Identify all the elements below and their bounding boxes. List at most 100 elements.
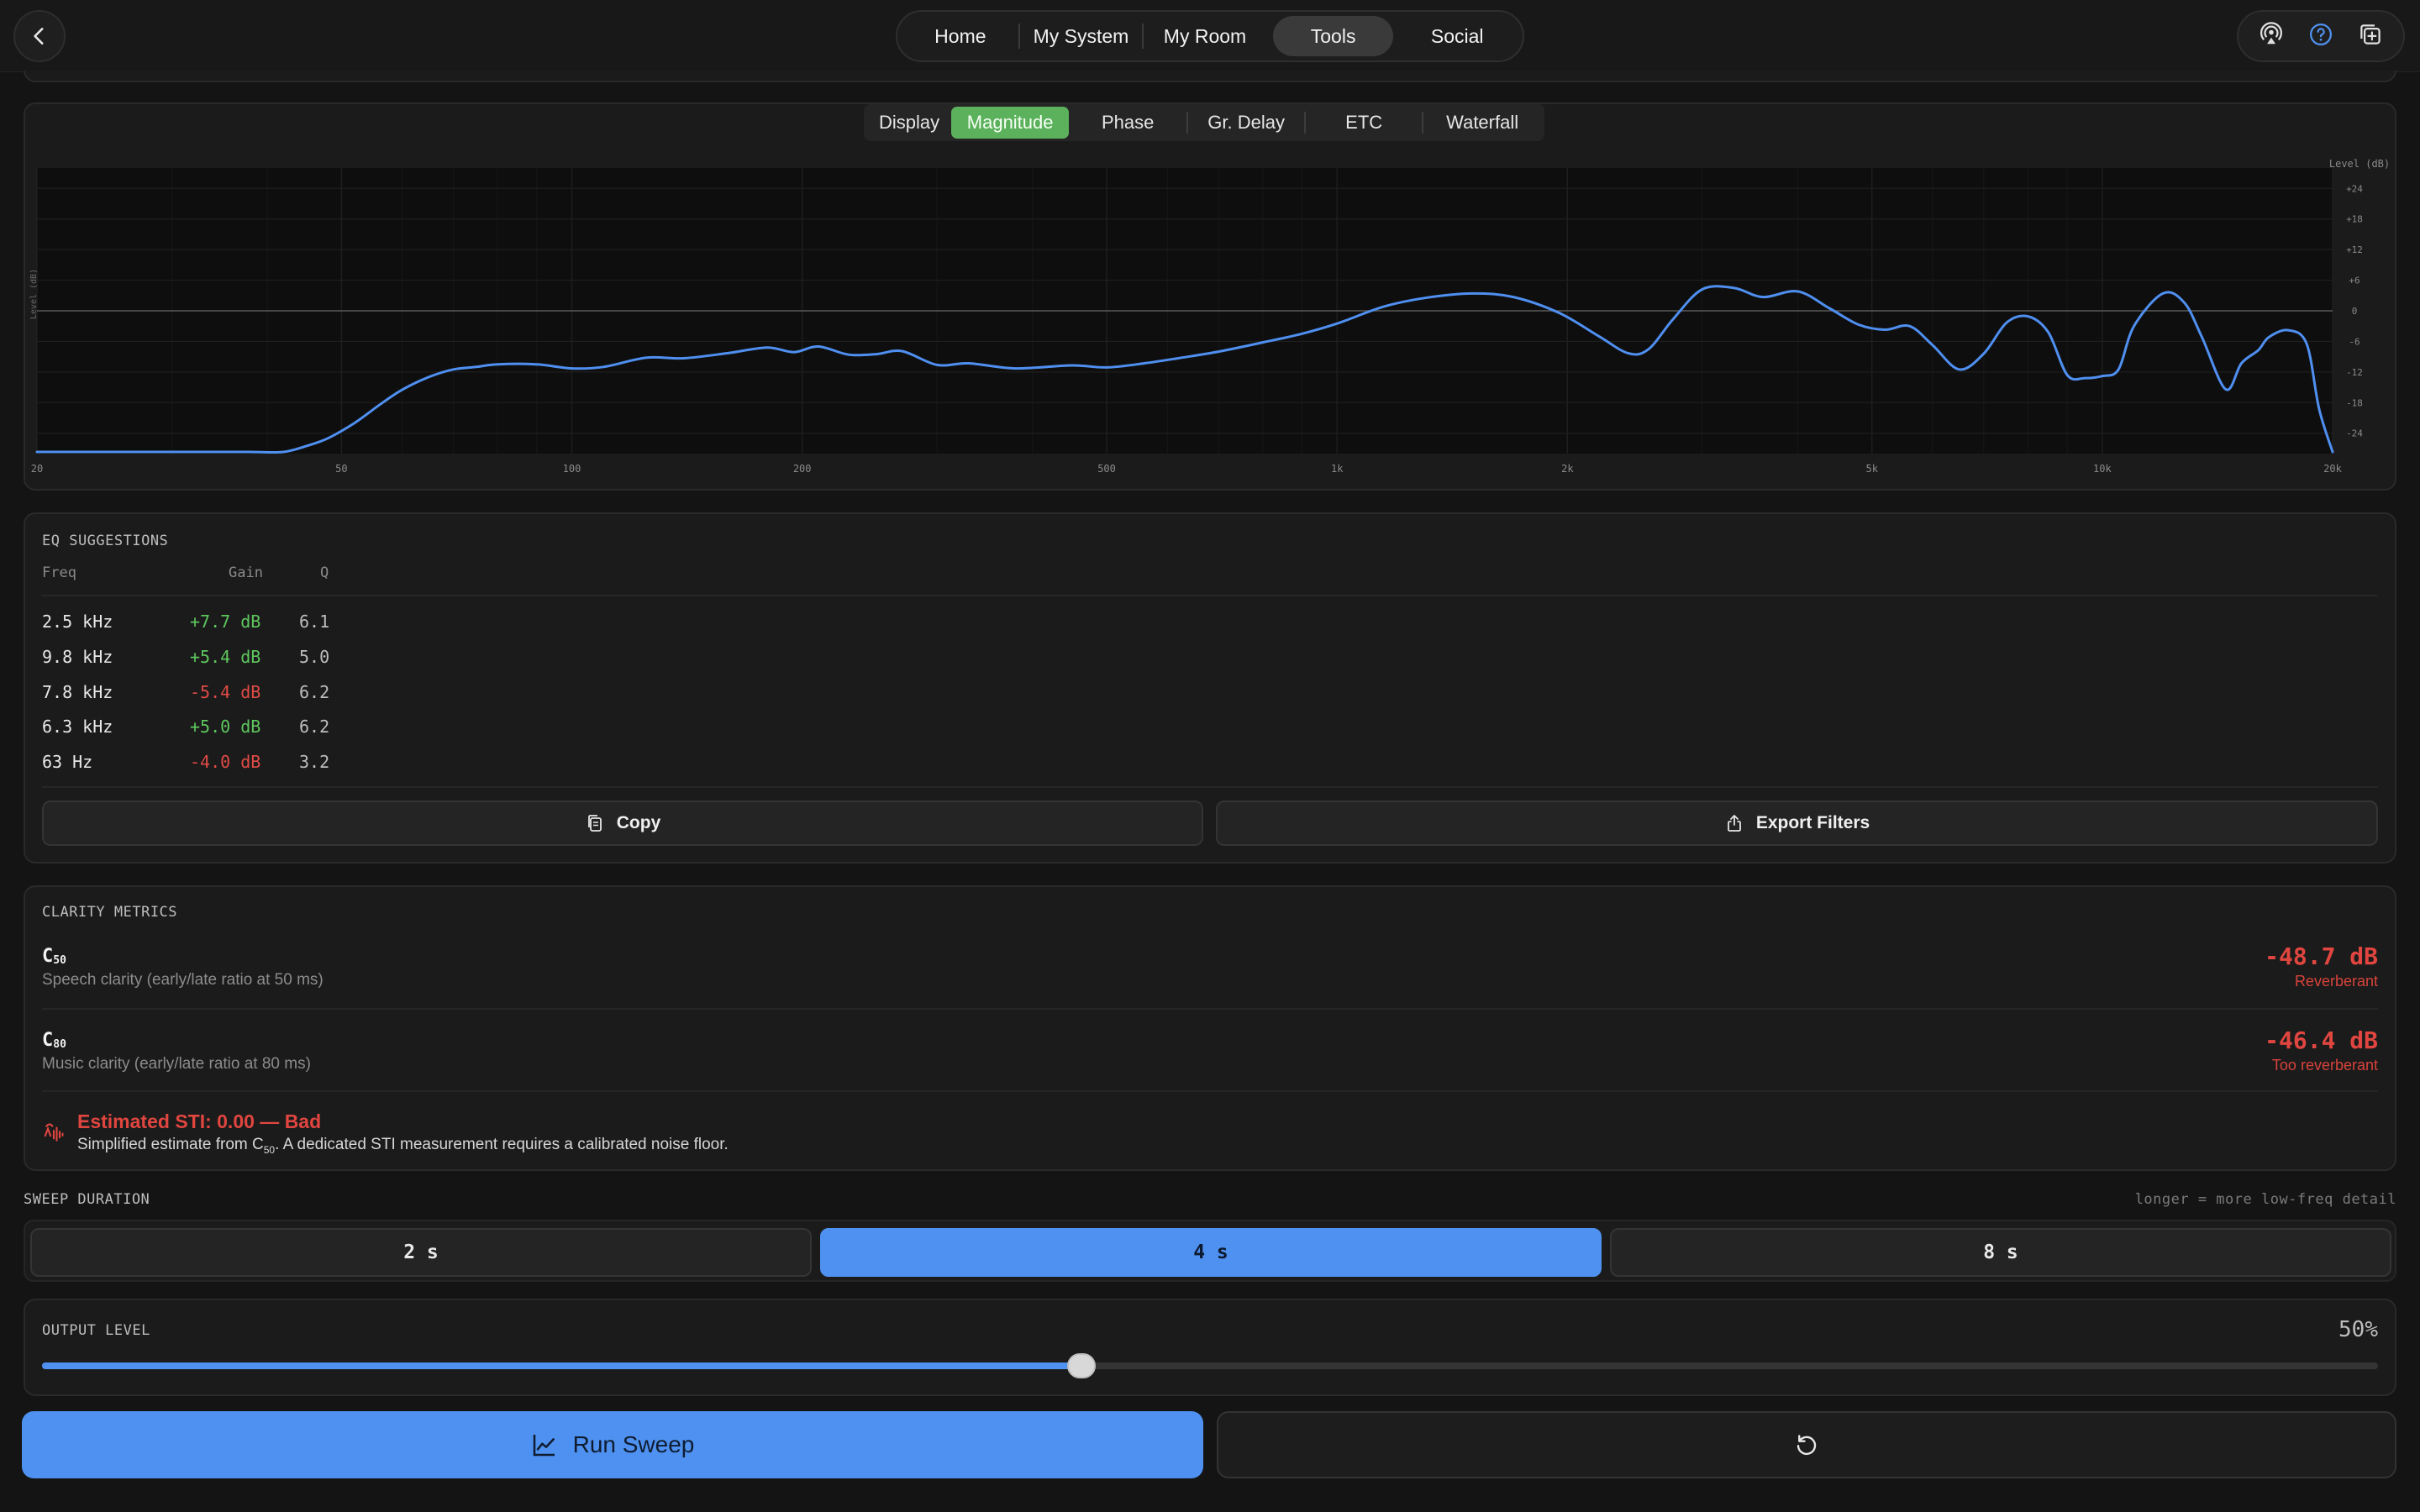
y-tick-label: -18 (2346, 397, 2363, 408)
eq-freq: 7.8 kHz (42, 682, 113, 702)
line-chart-icon (533, 1435, 555, 1457)
share-icon (1727, 815, 1741, 832)
x-tick-label: 100 (563, 463, 581, 475)
eq-freq: 63 Hz (42, 752, 93, 772)
sti-desc-subscript: 50 (263, 1143, 276, 1156)
c80-value: -46.4 dB (2265, 1026, 2378, 1054)
tab-my-room[interactable]: My Room (1144, 16, 1266, 56)
x-tick-label: 20 (31, 463, 43, 475)
y-tick-label: -6 (2349, 336, 2360, 347)
eq-footer-divider (42, 786, 2378, 788)
y-axis-label: Level (dB) (29, 269, 39, 319)
copy-button[interactable]: Copy (42, 801, 1203, 846)
copy-label: Copy (616, 813, 661, 832)
tab-magnitude[interactable]: Magnitude (951, 107, 1070, 139)
tab-waterfall[interactable]: Waterfall (1423, 107, 1541, 139)
back-button[interactable] (13, 10, 66, 62)
tab-my-system[interactable]: My System (1020, 16, 1143, 56)
eq-header-q: Q (320, 564, 329, 581)
run-sweep-label: Run Sweep (572, 1431, 695, 1457)
c50-label: C50 (42, 946, 66, 967)
export-filters-label: Export Filters (1755, 813, 1870, 832)
eq-section-title: EQ SUGGESTIONS (42, 533, 169, 549)
tab-group-delay[interactable]: Gr. Delay (1188, 107, 1304, 139)
sti-desc-part2: . A dedicated STI measurement requires a… (275, 1136, 729, 1153)
eq-q: 6.2 (299, 682, 330, 702)
eq-gain: +7.7 dB (190, 612, 261, 632)
reset-button[interactable] (1217, 1411, 2396, 1478)
c80-description: Music clarity (early/late ratio at 80 ms… (42, 1055, 311, 1073)
slider-fill (42, 1362, 1082, 1369)
top-bar: Home My System My Room Tools Social (0, 0, 2420, 72)
copy-icon (587, 815, 602, 832)
run-sweep-button[interactable]: Run Sweep (22, 1411, 1203, 1478)
eq-row: 7.8 kHz -5.4 dB 6.2 (42, 682, 378, 712)
speech-waveform-icon (42, 1119, 66, 1147)
sweep-duration-hint: longer = more low-freq detail (2134, 1191, 2396, 1208)
tab-social[interactable]: Social (1397, 16, 1518, 56)
c80-subscript: 80 (53, 1038, 66, 1051)
y-tick-label: +18 (2346, 214, 2363, 225)
eq-freq: 9.8 kHz (42, 647, 113, 667)
eq-row: 63 Hz -4.0 dB 3.2 (42, 752, 378, 782)
output-level-value: 50% (2338, 1317, 2378, 1342)
y-tick-label: 0 (2352, 306, 2358, 317)
x-tick-label: 2k (1561, 463, 1574, 475)
tab-etc[interactable]: ETC (1306, 107, 1422, 139)
tab-phase[interactable]: Phase (1069, 107, 1186, 139)
eq-header-freq: Freq (42, 564, 76, 581)
output-level-slider[interactable] (42, 1353, 2378, 1378)
duration-option-8s[interactable]: 8 s (1610, 1228, 2391, 1277)
eq-row: 6.3 kHz +5.0 dB 6.2 (42, 717, 378, 747)
c50-subscript: 50 (53, 954, 66, 967)
clarity-divider (42, 1090, 2378, 1092)
y-axis-label-right: Level (dB) (2329, 158, 2390, 170)
add-window-icon[interactable] (2358, 22, 2383, 51)
help-icon[interactable] (2308, 22, 2333, 51)
eq-gain: -4.0 dB (190, 752, 261, 772)
y-tick-label: +24 (2346, 183, 2363, 194)
sti-title: Estimated STI: 0.00 — Bad (77, 1110, 322, 1132)
tab-tools[interactable]: Tools (1272, 16, 1394, 56)
duration-option-2s[interactable]: 2 s (30, 1228, 812, 1277)
clarity-section-title: CLARITY METRICS (42, 904, 178, 921)
eq-header-gain: Gain (229, 564, 263, 581)
eq-gain: -5.4 dB (190, 682, 261, 702)
display-label: Display (879, 112, 940, 133)
clarity-metrics-panel (24, 885, 2396, 1171)
export-filters-button[interactable]: Export Filters (1216, 801, 2378, 846)
c50-status: Reverberant (2294, 973, 2378, 990)
magnitude-chart[interactable]: 20 50 100 200 500 1k 2k 5k 10k 20k +24 +18 +12 +6 0 -6 -… (24, 156, 2396, 486)
y-tick-label: -24 (2346, 428, 2363, 439)
eq-freq: 2.5 kHz (42, 612, 113, 632)
eq-row: 2.5 kHz +7.7 dB 6.1 (42, 612, 378, 642)
chevron-left-icon (34, 28, 44, 45)
c50-base: C (42, 946, 54, 967)
main-nav: Home My System My Room Tools Social (896, 10, 1524, 62)
clarity-divider (42, 1008, 2378, 1010)
display-tabs: Display Magnitude Phase Gr. Delay ETC Wa… (864, 104, 1545, 141)
x-tick-label: 1k (1331, 463, 1344, 475)
tab-home[interactable]: Home (902, 16, 1018, 56)
duration-option-4s[interactable]: 4 s (820, 1228, 1602, 1277)
top-icon-group (2237, 10, 2405, 62)
sti-desc-part1: Simplified estimate from C (77, 1136, 264, 1153)
eq-q: 3.2 (299, 752, 330, 772)
eq-q: 6.1 (299, 612, 330, 632)
c80-base: C (42, 1030, 54, 1051)
sweep-duration-selector: 2 s 4 s 8 s (24, 1220, 2396, 1282)
c50-description: Speech clarity (early/late ratio at 50 m… (42, 971, 324, 989)
airplay-icon[interactable] (2259, 21, 2284, 51)
reset-icon (1797, 1435, 1817, 1456)
y-tick-label: -12 (2346, 367, 2363, 378)
y-tick-label: +6 (2349, 276, 2360, 286)
x-tick-label: 200 (793, 463, 812, 475)
sti-description: Simplified estimate from C50. A dedicate… (77, 1136, 729, 1156)
c50-value: -48.7 dB (2265, 942, 2378, 970)
x-tick-label: 20k (2323, 463, 2342, 475)
x-tick-label: 50 (335, 463, 347, 475)
output-level-panel (24, 1299, 2396, 1396)
slider-thumb[interactable] (1067, 1353, 1097, 1378)
eq-gain: +5.0 dB (190, 717, 261, 737)
collapsed-panel-edge (24, 71, 2396, 82)
